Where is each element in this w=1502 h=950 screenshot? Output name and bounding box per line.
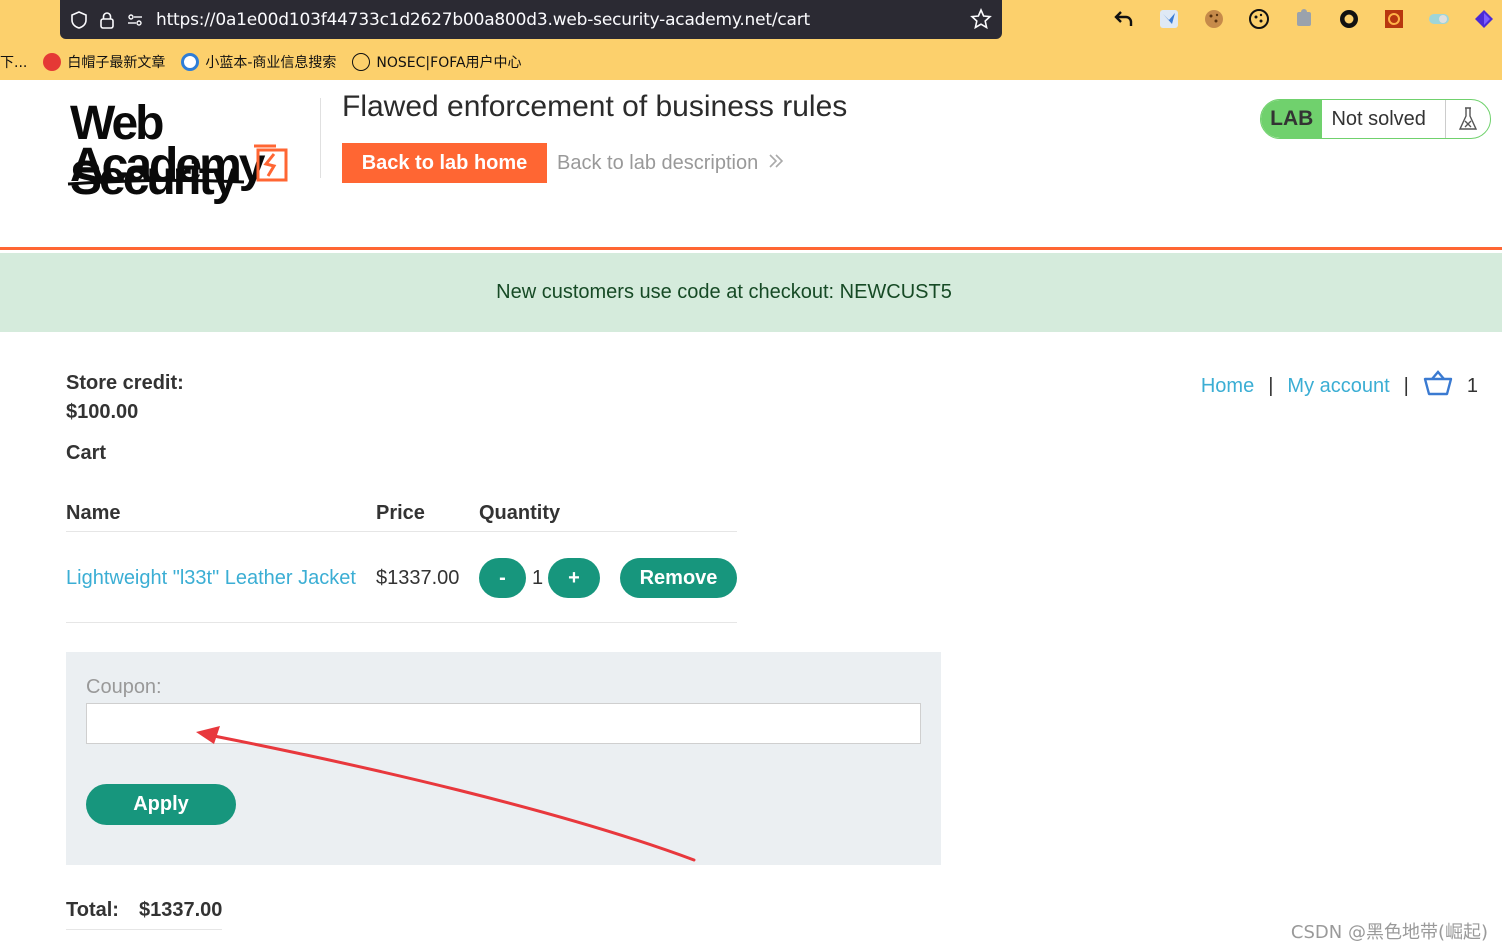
column-header-price: Price	[376, 502, 425, 524]
lab-status-widget: LAB Not solved	[1260, 99, 1491, 139]
bookmark-item[interactable]: NOSEC|FOFA用户中心	[352, 52, 522, 72]
store-credit-value: $100.00	[66, 401, 139, 423]
bookmark-item[interactable]: 白帽子最新文章	[43, 52, 165, 72]
browser-toolbar: https://0a1e00d103f44733c1d2627b00a800d3…	[0, 0, 1502, 80]
header-divider	[320, 98, 321, 178]
decrease-quantity-button[interactable]: -	[479, 558, 526, 598]
column-header-name: Name	[66, 502, 121, 524]
lab-badge: LAB	[1261, 100, 1323, 138]
top-nav: Home | My account | 1	[1201, 370, 1478, 402]
extension-diamond-icon[interactable]	[1470, 7, 1497, 31]
bookmark-favicon-icon	[43, 53, 62, 71]
web-security-academy-logo[interactable]: Web Security Academy	[66, 96, 316, 205]
notification-banner: New customers use code at checkout: NEWC…	[0, 253, 1502, 332]
cart-total: Total: $1337.00	[66, 899, 222, 922]
cookie-icon[interactable]	[1200, 7, 1227, 31]
main-content: Store credit: $100.00 Cart Home | My acc…	[0, 332, 1502, 950]
column-header-quantity: Quantity	[479, 502, 561, 524]
record-icon[interactable]	[1335, 7, 1362, 31]
lab-header: Web Security Academy Flawed enforcement …	[0, 80, 1502, 250]
cart-count: 1	[1466, 374, 1478, 397]
home-link[interactable]: Home	[1201, 375, 1254, 398]
cookie-editor-icon[interactable]	[1245, 7, 1272, 31]
lock-icon[interactable]	[98, 11, 116, 29]
lab-state-text: Not solved	[1331, 107, 1426, 130]
bookmark-favicon-icon	[181, 53, 200, 71]
increase-quantity-button[interactable]: +	[548, 558, 600, 598]
extension-bird-icon[interactable]	[1155, 7, 1182, 31]
coupon-form: Coupon: Apply	[66, 652, 941, 865]
bookmarks-bar: 下... 白帽子最新文章 小蓝本-商业信息搜索 NOSEC|FOFA用户中心	[0, 48, 538, 76]
coupon-input[interactable]	[86, 703, 921, 744]
extension-gear-icon[interactable]	[1380, 7, 1407, 31]
back-to-lab-home-button[interactable]: Back to lab home	[342, 143, 547, 183]
bookmark-overflow[interactable]: 下...	[0, 52, 27, 72]
csdn-watermark: CSDN @黑色地带(崛起)	[1290, 922, 1488, 943]
apply-coupon-button[interactable]: Apply	[86, 784, 236, 825]
flask-icon[interactable]	[1445, 100, 1490, 138]
nav-separator: |	[1403, 374, 1409, 397]
total-divider-line	[66, 929, 222, 930]
cart-item-price: $1337.00	[376, 567, 460, 589]
logo-underline	[67, 178, 245, 186]
remove-item-button[interactable]: Remove	[620, 558, 737, 598]
coupon-label: Coupon:	[86, 676, 162, 698]
url-text[interactable]: https://0a1e00d103f44733c1d2627b00a800d3…	[156, 10, 810, 30]
globe-icon	[352, 53, 371, 71]
nav-separator: |	[1268, 374, 1274, 397]
cart-basket-icon[interactable]	[1423, 370, 1453, 402]
back-arrow-icon[interactable]	[1110, 7, 1137, 31]
lab-title: Flawed enforcement of business rules	[342, 90, 848, 123]
extension-toolbar	[1110, 7, 1502, 31]
extension-puzzle-icon[interactable]	[1290, 7, 1317, 31]
cart-item-name-link[interactable]: Lightweight "l33t" Leather Jacket	[66, 567, 356, 590]
permissions-icon[interactable]	[126, 11, 144, 29]
cart-heading: Cart	[66, 442, 107, 464]
cart-item-quantity: 1	[532, 567, 544, 589]
back-to-lab-description-link[interactable]: Back to lab description	[557, 152, 784, 175]
total-value: $1337.00	[138, 899, 223, 921]
address-bar[interactable]: https://0a1e00d103f44733c1d2627b00a800d3…	[60, 0, 1002, 39]
header-divider-line	[66, 531, 737, 532]
bookmark-item[interactable]: 小蓝本-商业信息搜索	[181, 52, 336, 72]
bookmark-star-icon[interactable]	[970, 7, 992, 35]
logo-bolt-icon	[254, 144, 288, 182]
toggle-icon[interactable]	[1425, 7, 1452, 31]
total-label: Total:	[66, 899, 119, 921]
my-account-link[interactable]: My account	[1287, 375, 1389, 398]
row-divider-line	[66, 622, 737, 623]
double-chevron-right-icon	[768, 152, 784, 175]
shield-icon[interactable]	[70, 10, 88, 29]
store-credit-label: Store credit:	[66, 372, 184, 394]
